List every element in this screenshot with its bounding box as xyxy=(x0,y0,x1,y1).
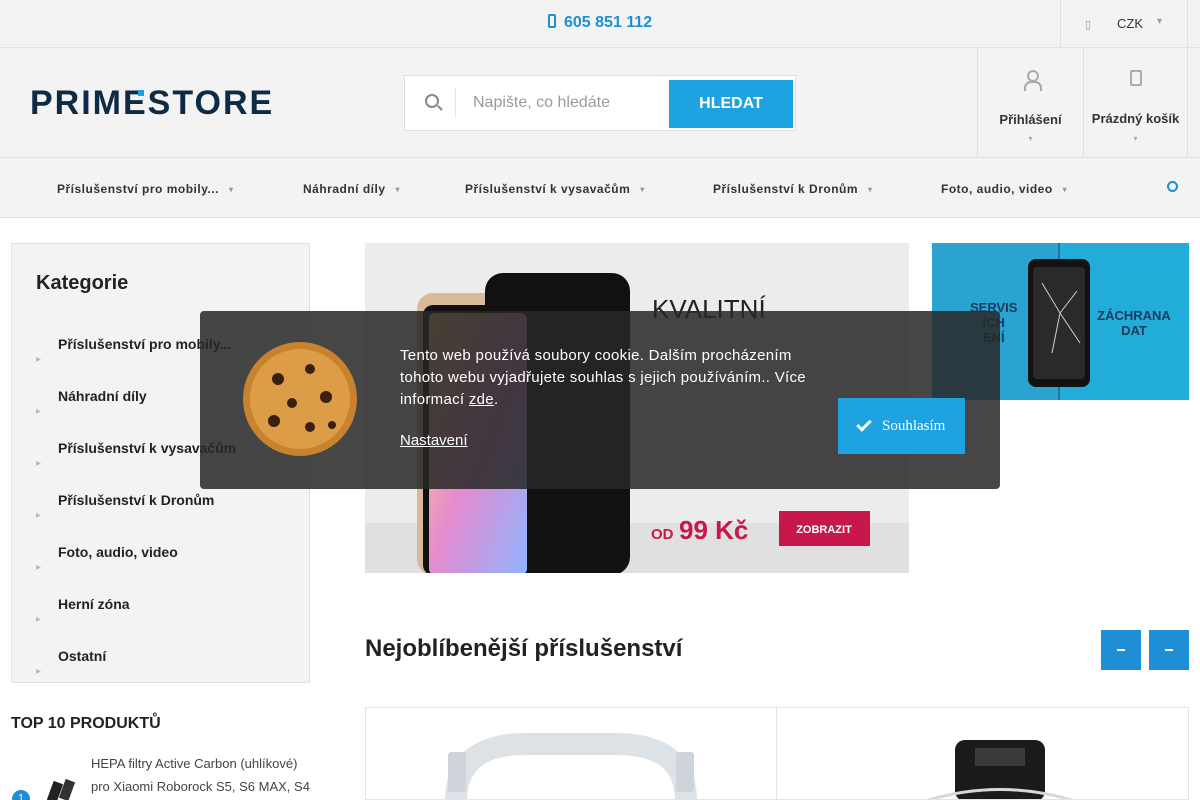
banner-cta-label: ZOBRAZIT xyxy=(796,524,852,536)
product-image-cable xyxy=(445,733,697,799)
top10-title: TOP 10 PRODUKTŮ xyxy=(11,715,161,732)
sidebar-item-other[interactable]: ▸ Ostatní xyxy=(12,648,309,700)
cookie-message: Tento web používá soubory cookie. Dalším… xyxy=(400,347,806,408)
banner-price: 99 Kč xyxy=(679,515,748,545)
search-input[interactable] xyxy=(461,88,661,118)
product-card[interactable] xyxy=(365,707,777,800)
nav-item-drone-accessories[interactable]: Příslušenství k Dronům ▾ xyxy=(713,182,873,196)
phone-link[interactable]: 605 851 112 xyxy=(548,14,652,32)
main-navigation: Příslušenství pro mobily... ▾ Náhradní dí… xyxy=(0,158,1200,218)
cart-label: Prázdný košík xyxy=(1091,111,1180,126)
product-image-watch xyxy=(926,740,1074,799)
rank-badge: 1 xyxy=(12,790,30,800)
cart-button[interactable]: Prázdný košík ▾ xyxy=(1083,48,1188,158)
header: PRIMESTORE HLEDAT Přihlášení ▾ Prázdný k… xyxy=(0,48,1200,158)
cart-icon xyxy=(1130,70,1142,86)
phone-number: 605 851 112 xyxy=(564,14,653,31)
sidebar-item-gaming-zone[interactable]: ▸ Herní zóna xyxy=(12,596,309,648)
bullet-icon: ▸ xyxy=(36,354,42,365)
bullet-icon: ▸ xyxy=(36,510,42,521)
bullet-icon: ▸ xyxy=(36,614,42,625)
chevron-down-icon: ▾ xyxy=(1062,185,1068,194)
product-thumbnail[interactable] xyxy=(46,776,80,800)
product-card[interactable] xyxy=(776,707,1189,800)
chevron-down-icon: ▾ xyxy=(1133,134,1138,143)
bullet-icon: ▸ xyxy=(36,458,42,469)
logo-image: PRIMESTORE xyxy=(30,84,274,122)
nav-item-mobile-accessories[interactable]: Příslušenství pro mobily... ▾ xyxy=(57,182,234,196)
login-button[interactable]: Přihlášení ▾ xyxy=(977,48,1083,158)
chevron-down-icon: ▾ xyxy=(228,185,234,194)
phone-icon xyxy=(548,14,556,28)
carousel-prev-button[interactable] xyxy=(1101,630,1141,670)
logo[interactable]: PRIMESTORE xyxy=(30,84,310,125)
cookie-info-link[interactable]: zde xyxy=(469,391,494,408)
search-icon[interactable] xyxy=(1167,181,1178,192)
cookie-agree-button[interactable]: Souhlasím xyxy=(838,398,965,454)
search-divider xyxy=(455,88,456,118)
search-button[interactable]: HLEDAT xyxy=(669,80,793,128)
top-product-link[interactable]: HEPA filtry Active Carbon (uhlíkové) pro… xyxy=(91,752,313,798)
chevron-down-icon: ▾ xyxy=(1157,16,1163,27)
cookie-icon xyxy=(243,342,357,456)
bullet-icon: ▸ xyxy=(36,406,42,417)
chevron-down-icon: ▾ xyxy=(395,185,401,194)
cookie-consent-dialog: Tento web používá soubory cookie. Dalším… xyxy=(200,311,1000,489)
sidebar-title: Kategorie xyxy=(36,272,129,294)
carousel-next-button[interactable] xyxy=(1149,630,1189,670)
top-bar: 605 851 112 ▯ CZK ▾ xyxy=(0,0,1200,48)
check-icon xyxy=(856,416,872,432)
nav-item-vacuum-accessories[interactable]: Příslušenství k vysavačům ▾ xyxy=(465,182,645,196)
search-form: HLEDAT xyxy=(404,75,796,131)
search-icon xyxy=(425,94,439,108)
chevron-down-icon: ▾ xyxy=(640,185,645,194)
sidebar-item-drone-accessories[interactable]: ▸ Příslušenství k Dronům xyxy=(12,492,309,544)
data-recovery-text: ZÁCHRANA DAT xyxy=(1097,308,1171,338)
cookie-settings-link[interactable]: Nastavení xyxy=(400,432,468,449)
nav-item-spare-parts[interactable]: Náhradní díly ▾ xyxy=(303,182,400,196)
nav-item-photo-audio-video[interactable]: Foto, audio, video ▾ xyxy=(941,182,1067,196)
banner-price-prefix: OD xyxy=(651,526,674,543)
sidebar-item-photo-audio-video[interactable]: ▸ Foto, audio, video xyxy=(12,544,309,596)
chevron-down-icon: ▾ xyxy=(1028,134,1033,143)
bullet-icon: ▸ xyxy=(36,666,42,677)
logo-text: PRIMESTORE xyxy=(30,86,274,120)
currency-value: CZK xyxy=(1117,16,1143,31)
bullet-icon: ▸ xyxy=(36,562,42,573)
currency-selector[interactable]: ▯ CZK ▾ xyxy=(1060,0,1188,48)
user-icon xyxy=(1024,70,1042,91)
section-title: Nejoblíbenější příslušenství xyxy=(365,635,683,662)
currency-icon: ▯ xyxy=(1085,19,1092,31)
chevron-down-icon: ▾ xyxy=(868,185,873,194)
login-label: Přihlášení xyxy=(999,112,1062,127)
